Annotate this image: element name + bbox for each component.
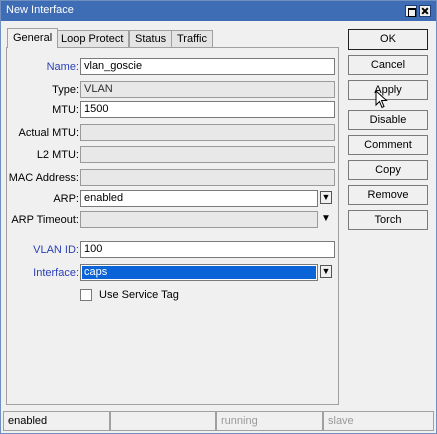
new-interface-window: New Interface General Loop Protect Statu… xyxy=(0,0,437,434)
l2-mtu-label: L2 MTU: xyxy=(36,149,79,161)
status-empty xyxy=(110,411,216,431)
interface-select[interactable]: caps xyxy=(80,264,318,281)
maximize-icon[interactable] xyxy=(405,5,417,17)
title-bar[interactable]: New Interface xyxy=(1,1,436,21)
use-service-tag-label: Use Service Tag xyxy=(99,289,179,301)
name-row: Name: vlan_goscie xyxy=(7,58,340,76)
disable-button[interactable]: Disable xyxy=(348,110,428,130)
cancel-button[interactable]: Cancel xyxy=(348,55,428,75)
tab-loop-protect[interactable]: Loop Protect xyxy=(55,30,130,47)
l2-mtu-row: L2 MTU: xyxy=(7,146,340,164)
use-service-tag-checkbox[interactable] xyxy=(80,289,92,301)
interface-value: caps xyxy=(84,266,108,278)
arp-row: ARP: enabled ▼ xyxy=(7,190,340,208)
status-slave: slave xyxy=(323,411,434,431)
interface-dropdown-icon[interactable]: ▼ xyxy=(320,265,332,278)
window-title: New Interface xyxy=(6,4,74,16)
mtu-label: MTU: xyxy=(52,104,79,116)
torch-button[interactable]: Torch xyxy=(348,210,428,230)
type-field: VLAN xyxy=(80,81,335,98)
type-row: Type: VLAN xyxy=(7,81,340,99)
type-label: Type: xyxy=(52,84,79,96)
arp-timeout-field[interactable] xyxy=(80,211,318,228)
vlan-id-row: VLAN ID: 100 xyxy=(7,241,340,259)
mac-address-field xyxy=(80,169,335,186)
actual-mtu-field xyxy=(80,124,335,141)
tab-status[interactable]: Status xyxy=(129,30,173,47)
status-running: running xyxy=(216,411,323,431)
remove-button[interactable]: Remove xyxy=(348,185,428,205)
ok-button[interactable]: OK xyxy=(348,29,428,50)
interface-label: Interface: xyxy=(33,267,79,279)
arp-select[interactable]: enabled xyxy=(80,190,318,207)
close-icon[interactable] xyxy=(419,5,431,17)
comment-button[interactable]: Comment xyxy=(348,135,428,155)
l2-mtu-field xyxy=(80,146,335,163)
arp-timeout-label: ARP Timeout: xyxy=(11,214,79,226)
name-field[interactable]: vlan_goscie xyxy=(80,58,335,75)
mtu-row: MTU: 1500 xyxy=(7,101,340,119)
general-panel: Name: vlan_goscie Type: VLAN MTU: 1500 A… xyxy=(6,47,339,405)
mac-address-row: MAC Address: xyxy=(7,169,340,187)
name-label: Name: xyxy=(46,61,79,73)
tab-general[interactable]: General xyxy=(7,28,59,48)
mac-address-label: MAC Address: xyxy=(8,172,79,184)
arp-timeout-row: ARP Timeout: ▼ xyxy=(7,211,340,229)
vlan-id-label: VLAN ID: xyxy=(33,244,79,256)
arp-dropdown-icon[interactable]: ▼ xyxy=(320,191,332,204)
copy-button[interactable]: Copy xyxy=(348,160,428,180)
actual-mtu-label: Actual MTU: xyxy=(18,127,79,139)
actual-mtu-row: Actual MTU: xyxy=(7,124,340,142)
status-bar: enabled running slave xyxy=(3,411,434,431)
mtu-field[interactable]: 1500 xyxy=(80,101,335,118)
arp-timeout-dropdown-icon[interactable]: ▼ xyxy=(320,213,332,225)
interface-row: Interface: caps ▼ xyxy=(7,264,340,282)
status-enabled: enabled xyxy=(3,411,110,431)
tab-traffic[interactable]: Traffic xyxy=(171,30,213,47)
selection-highlight xyxy=(82,266,316,279)
arp-label: ARP: xyxy=(53,193,79,205)
vlan-id-field[interactable]: 100 xyxy=(80,241,335,258)
mouse-cursor-icon xyxy=(375,90,388,109)
